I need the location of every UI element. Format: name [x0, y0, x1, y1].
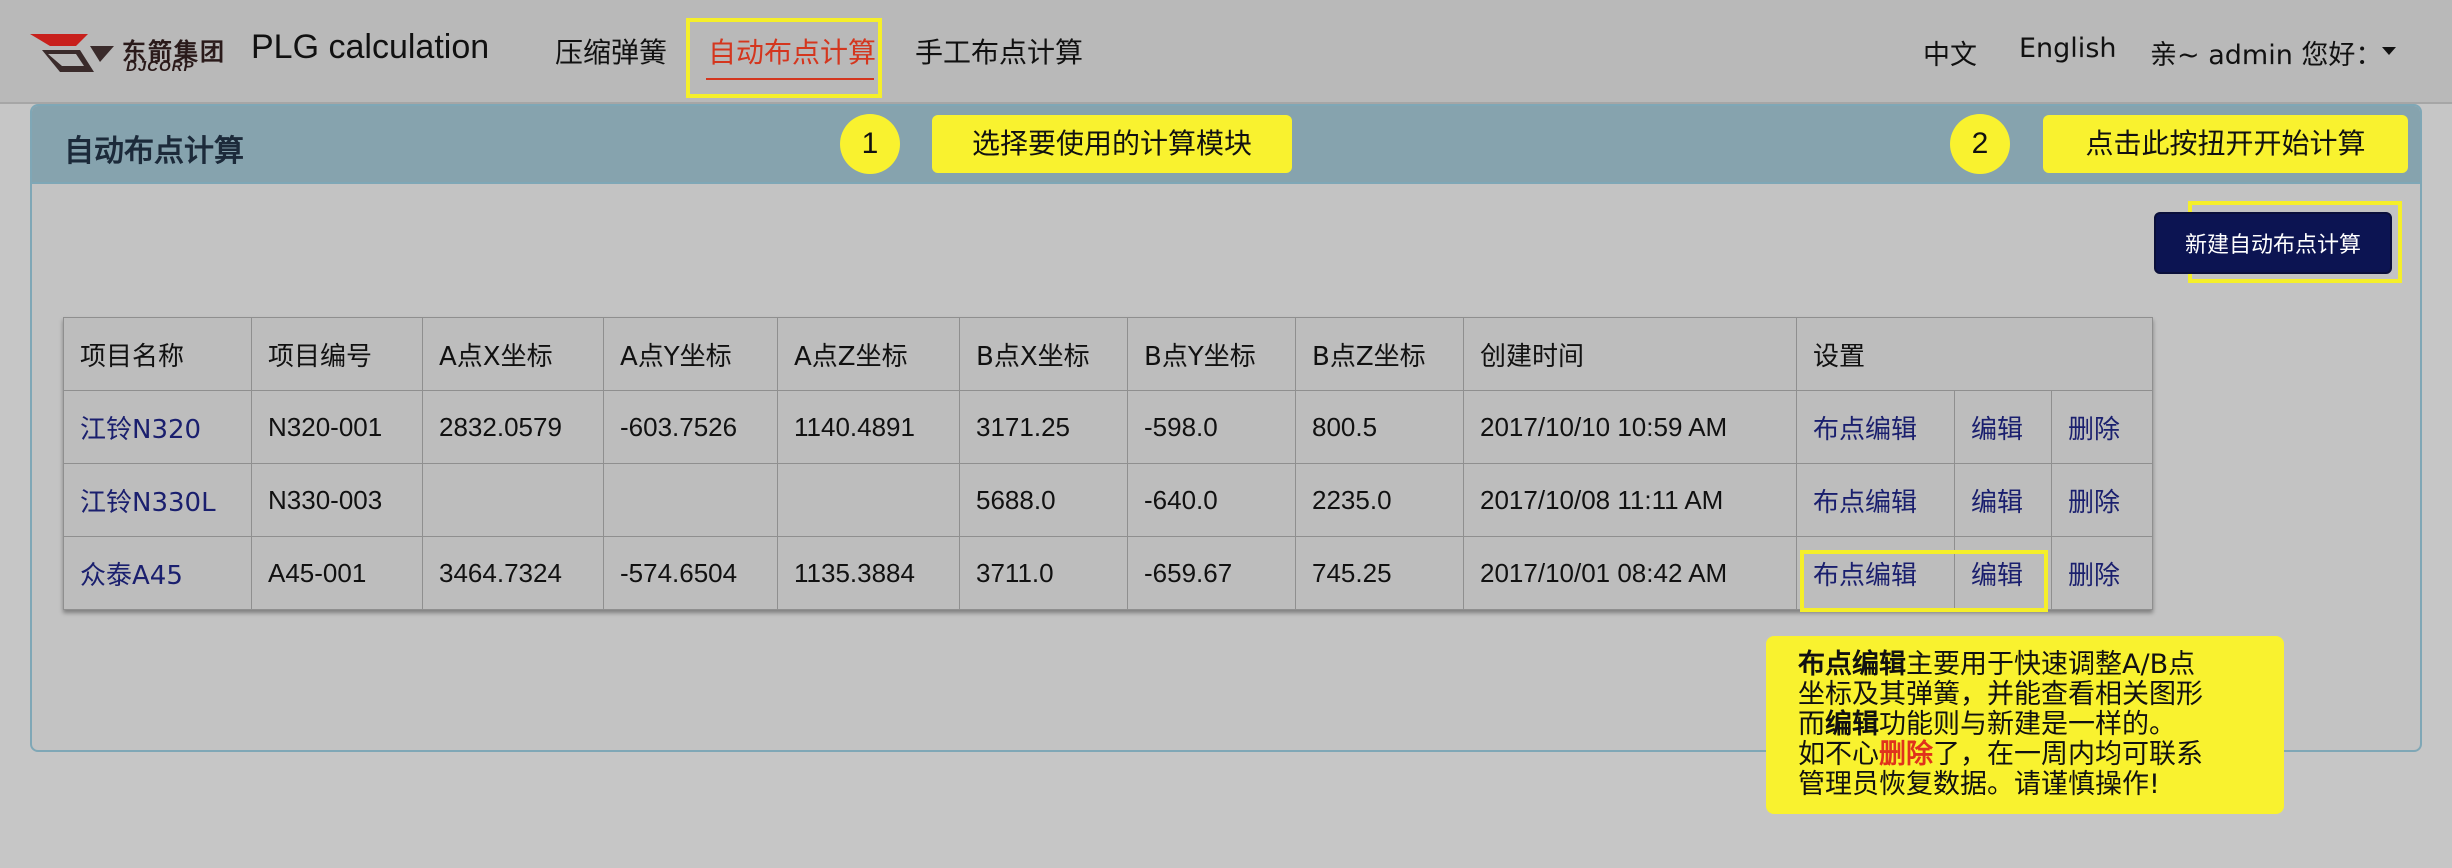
- step-2-label: 点击此按扭开开始计算: [2043, 115, 2408, 173]
- note-bold-edit: 编辑: [1825, 709, 1879, 740]
- note-line-2: 坐标及其弹簧，并能查看相关图形: [1798, 679, 2203, 710]
- project-name-link[interactable]: 江铃N320: [80, 415, 201, 445]
- step-1-badge: 1: [840, 114, 900, 174]
- nav-manual-point-calc[interactable]: 手工布点计算: [915, 31, 1083, 71]
- cell-project-code: N330-003: [251, 463, 423, 537]
- cell-ay: -574.6504: [603, 536, 778, 610]
- cell-edit-points: 布点编辑: [1796, 390, 1955, 464]
- cell-project-name[interactable]: 江铃N320: [63, 390, 252, 464]
- cell-project-code: N320-001: [251, 390, 423, 464]
- cell-created: 2017/10/10 10:59 AM: [1463, 390, 1797, 464]
- panel-header: 自动布点计算 1 选择要使用的计算模块 2 点击此按扭开开始计算: [32, 106, 2420, 184]
- highlight-box-nav: [686, 18, 882, 98]
- cell-delete: 删除: [2051, 390, 2153, 464]
- cell-bz: 800.5: [1295, 390, 1464, 464]
- cell-created: 2017/10/01 08:42 AM: [1463, 536, 1797, 610]
- cell-ay: -603.7526: [603, 390, 778, 464]
- col-header-bx[interactable]: B点X坐标: [959, 317, 1128, 391]
- cell-ay: [603, 463, 778, 537]
- note-line-3: 而编辑功能则与新建是一样的。: [1798, 710, 2266, 740]
- cell-project-code: A45-001: [251, 536, 423, 610]
- col-header-created[interactable]: 创建时间: [1463, 317, 1797, 391]
- cell-created: 2017/10/08 11:11 AM: [1463, 463, 1797, 537]
- table-row: 江铃N330L N330-003 5688.0 -640.0 2235.0 20…: [63, 463, 2153, 537]
- cell-bx: 5688.0: [959, 463, 1128, 537]
- step-2-badge: 2: [1950, 114, 2010, 174]
- cell-by: -640.0: [1127, 463, 1296, 537]
- step-1-label: 选择要使用的计算模块: [932, 115, 1292, 173]
- nav-compression-spring[interactable]: 压缩弹簧: [555, 31, 667, 71]
- cell-az: 1140.4891: [777, 390, 960, 464]
- note-text: 了，在一周内均可联系: [1933, 739, 2203, 770]
- cell-edit-points: 布点编辑: [1796, 463, 1955, 537]
- new-auto-calc-button[interactable]: 新建自动布点计算: [2154, 212, 2392, 274]
- logo-arrow-icon: [30, 34, 114, 72]
- panel-title: 自动布点计算: [64, 134, 244, 169]
- cell-az: 1135.3884: [777, 536, 960, 610]
- note-bold-edit-points: 布点编辑: [1798, 649, 1906, 680]
- note-line-5: 管理员恢复数据。请谨慎操作!: [1798, 769, 2160, 800]
- cell-edit: 编辑: [1954, 536, 2052, 610]
- chevron-down-icon[interactable]: [2382, 47, 2396, 55]
- top-navbar: 东箭集团 DJCORP PLG calculation 压缩弹簧 自动布点计算 …: [0, 0, 2452, 104]
- note-text: 功能则与新建是一样的。: [1879, 709, 2176, 740]
- col-header-by[interactable]: B点Y坐标: [1127, 317, 1296, 391]
- note-text: 而: [1798, 709, 1825, 740]
- user-greeting[interactable]: 亲~ admin 您好：: [2150, 33, 2382, 72]
- cell-delete: 删除: [2051, 536, 2153, 610]
- lang-english[interactable]: English: [2019, 33, 2117, 64]
- cell-edit-points: 布点编辑: [1796, 536, 1955, 610]
- project-name-link[interactable]: 众泰A45: [80, 561, 183, 591]
- cell-ax: 3464.7324: [422, 536, 604, 610]
- cell-by: -598.0: [1127, 390, 1296, 464]
- djcorp-logo[interactable]: 东箭集团 DJCORP: [30, 28, 240, 78]
- table-row: 江铃N320 N320-001 2832.0579 -603.7526 1140…: [63, 390, 2153, 464]
- edit-link[interactable]: 编辑: [1971, 561, 2023, 591]
- cell-bz: 2235.0: [1295, 463, 1464, 537]
- col-header-ax[interactable]: A点X坐标: [422, 317, 604, 391]
- cell-ax: 2832.0579: [422, 390, 604, 464]
- edit-link[interactable]: 编辑: [1971, 415, 2023, 445]
- cell-az: [777, 463, 960, 537]
- note-text: 如不心: [1798, 739, 1879, 770]
- col-header-az[interactable]: A点Z坐标: [777, 317, 960, 391]
- col-header-project-name[interactable]: 项目名称: [63, 317, 252, 391]
- lang-chinese[interactable]: 中文: [1923, 33, 1977, 72]
- delete-link[interactable]: 删除: [2068, 415, 2120, 445]
- cell-ax: [422, 463, 604, 537]
- cell-edit: 编辑: [1954, 390, 2052, 464]
- col-header-project-code[interactable]: 项目编号: [251, 317, 423, 391]
- cell-bx: 3711.0: [959, 536, 1128, 610]
- delete-link[interactable]: 删除: [2068, 561, 2120, 591]
- app-title[interactable]: PLG calculation: [251, 28, 489, 67]
- table-header-row: 项目名称 项目编号 A点X坐标 A点Y坐标 A点Z坐标 B点X坐标 B点Y坐标 …: [63, 317, 2153, 391]
- note-text: 主要用于快速调整A/B点: [1906, 649, 2196, 680]
- table-row: 众泰A45 A45-001 3464.7324 -574.6504 1135.3…: [63, 536, 2153, 610]
- col-header-settings: 设置: [1796, 317, 2153, 391]
- edit-points-link[interactable]: 布点编辑: [1813, 561, 1917, 591]
- logo-text-en: DJCORP: [126, 58, 195, 75]
- cell-project-name[interactable]: 众泰A45: [63, 536, 252, 610]
- project-table: 项目名称 项目编号 A点X坐标 A点Y坐标 A点Z坐标 B点X坐标 B点Y坐标 …: [63, 317, 2153, 610]
- edit-points-link[interactable]: 布点编辑: [1813, 488, 1917, 518]
- cell-bz: 745.25: [1295, 536, 1464, 610]
- cell-by: -659.67: [1127, 536, 1296, 610]
- edit-points-link[interactable]: 布点编辑: [1813, 415, 1917, 445]
- note-line-4: 如不心删除了，在一周内均可联系: [1798, 740, 2266, 770]
- help-note: 布点编辑主要用于快速调整A/B点 坐标及其弹簧，并能查看相关图形 而编辑功能则与…: [1766, 636, 2284, 814]
- edit-link[interactable]: 编辑: [1971, 488, 2023, 518]
- note-line-1: 布点编辑主要用于快速调整A/B点: [1798, 650, 2266, 680]
- col-header-ay[interactable]: A点Y坐标: [603, 317, 778, 391]
- cell-bx: 3171.25: [959, 390, 1128, 464]
- note-red-delete: 删除: [1879, 739, 1933, 770]
- cell-edit: 编辑: [1954, 463, 2052, 537]
- col-header-bz[interactable]: B点Z坐标: [1295, 317, 1464, 391]
- cell-delete: 删除: [2051, 463, 2153, 537]
- project-name-link[interactable]: 江铃N330L: [80, 488, 216, 518]
- delete-link[interactable]: 删除: [2068, 488, 2120, 518]
- cell-project-name[interactable]: 江铃N330L: [63, 463, 252, 537]
